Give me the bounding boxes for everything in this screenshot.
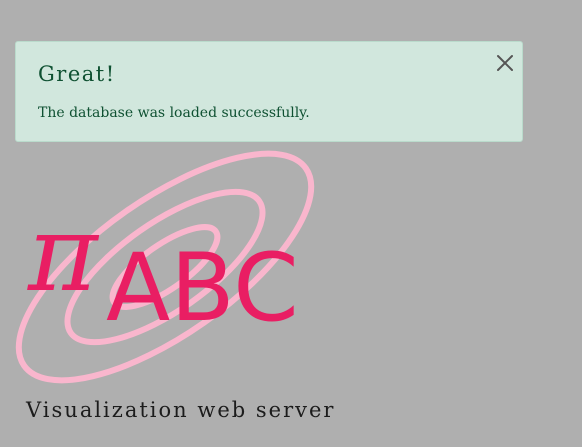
success-alert: Great! The database was loaded successfu… <box>15 41 523 142</box>
logo-letters: ABC <box>106 234 299 343</box>
pi-glyph: π <box>27 192 100 315</box>
close-button[interactable] <box>494 52 516 74</box>
pi-abc-logo: π ABC <box>15 150 315 384</box>
alert-message: The database was loaded successfully. <box>38 105 310 121</box>
close-icon <box>497 55 513 71</box>
alert-title: Great! <box>38 62 116 86</box>
tagline: Visualization web server <box>26 398 336 422</box>
